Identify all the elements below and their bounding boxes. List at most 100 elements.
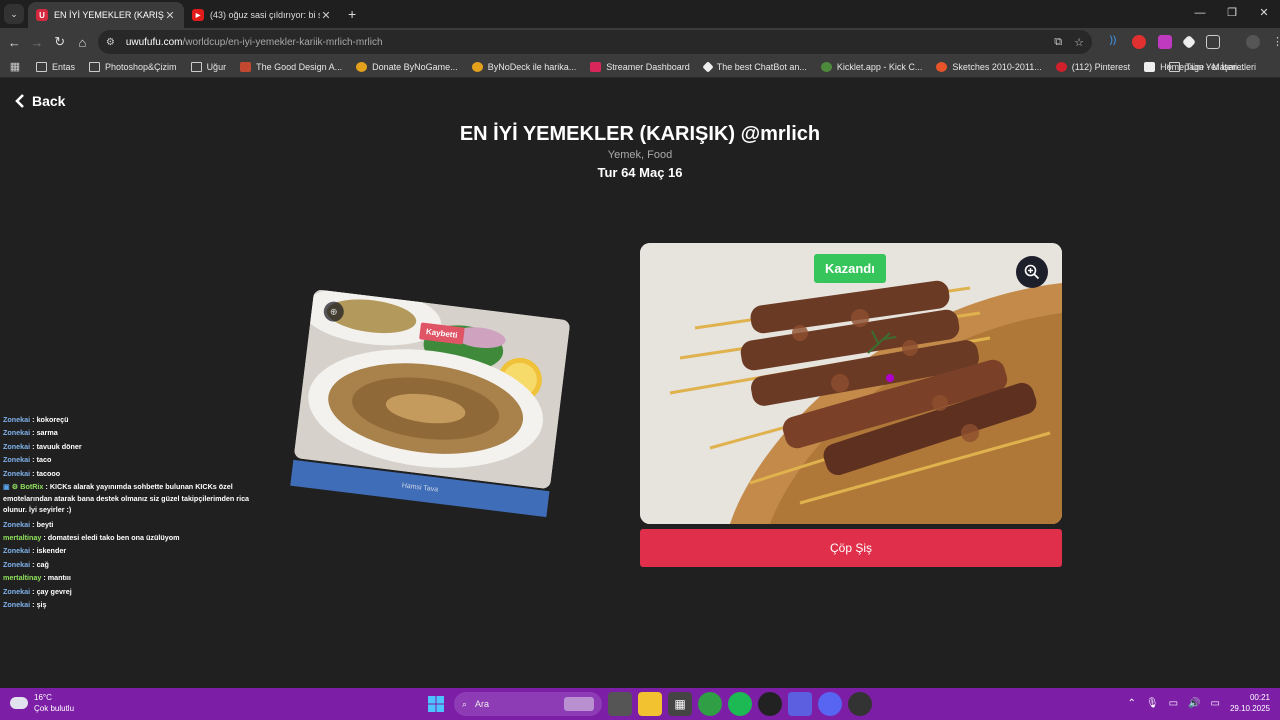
bookmark-link[interactable]: ByNoDeck ile harika... <box>471 61 577 72</box>
battery-icon[interactable]: ▭ <box>1211 698 1220 709</box>
bookmark-folder[interactable]: Photoshop&Çizim <box>89 61 177 72</box>
home-icon[interactable]: ⌂ <box>71 35 94 50</box>
bookmark-link[interactable]: Donate ByNoGame... <box>356 61 458 72</box>
bookmark-star-icon[interactable]: ☆ <box>1074 36 1084 49</box>
browser-toolbar: ← → ↻ ⌂ ⚙ uwufufu.com/worldcup/en-iyi-ye… <box>0 28 1280 56</box>
winner-option-button[interactable]: Çöp Şiş <box>640 529 1062 567</box>
close-tab-icon[interactable]: ✕ <box>320 9 332 22</box>
taskbar-clock[interactable]: 00:21 29.10.2025 <box>1230 692 1270 714</box>
minimize-icon[interactable]: — <box>1184 0 1216 26</box>
winner-image[interactable]: Kazandı <box>640 243 1062 524</box>
chrome-icon[interactable] <box>698 692 722 716</box>
bookmark-link[interactable]: Sketches 2010-2011... <box>936 61 1042 72</box>
store-icon[interactable]: ▦ <box>668 692 692 716</box>
windows-logo-icon <box>428 696 444 712</box>
youtube-favicon-icon: ▶ <box>192 9 204 21</box>
all-bookmarks-folder[interactable]: Tüm Yer İşaretleri <box>1169 61 1256 72</box>
network-icon[interactable]: ▭ <box>1169 698 1178 709</box>
chat-text: kokoreçü <box>36 415 69 424</box>
back-button[interactable]: Back <box>14 93 65 109</box>
file-explorer-icon[interactable] <box>638 692 662 716</box>
page-subtitle: Yemek, Food <box>607 149 673 161</box>
chat-message: mertaltinay : mantııı <box>3 573 71 583</box>
bookmark-label: The best ChatBot an... <box>716 61 807 72</box>
task-view-icon[interactable] <box>608 692 632 716</box>
close-window-icon[interactable]: ✕ <box>1248 0 1280 26</box>
chat-username: Zonekai <box>3 546 31 556</box>
reload-icon[interactable]: ↻ <box>48 34 71 50</box>
obs-icon[interactable] <box>758 692 782 716</box>
app-diamond-icon[interactable] <box>788 692 812 716</box>
system-tray: ⌃ 🎙 ▭ 🔊 ▭ 00:21 29.10.2025 <box>1128 692 1271 714</box>
app-circle-icon[interactable] <box>848 692 872 716</box>
site-info-icon[interactable]: ⚙ <box>106 37 120 48</box>
bookmark-link[interactable]: The Good Design A... <box>240 61 342 72</box>
chat-message: Zonekai : tacooo <box>3 468 61 478</box>
chat-message: Zonekai : iskender <box>3 546 67 556</box>
bookmark-label: (112) Pinterest <box>1071 61 1131 72</box>
site-icon <box>702 60 714 73</box>
bookmark-label: Kicklet.app - Kick C... <box>836 61 923 72</box>
windows-start-icon[interactable] <box>424 692 448 716</box>
mod-badge-icon: ⚙ <box>11 482 19 492</box>
restore-icon[interactable]: ❐ <box>1216 0 1248 26</box>
bookmark-folder[interactable]: Entas <box>36 61 75 72</box>
site-icon <box>356 61 368 72</box>
site-icon <box>590 61 602 72</box>
spotify-icon[interactable] <box>728 692 752 716</box>
extension-red-icon[interactable] <box>1132 35 1146 49</box>
tray-chevron-up-icon[interactable]: ⌃ <box>1128 698 1136 709</box>
profile-avatar[interactable] <box>1246 35 1260 49</box>
bookmark-link[interactable]: Kicklet.app - Kick C... <box>820 61 923 72</box>
clock-time: 00:21 <box>1249 693 1270 702</box>
site-icon <box>820 61 832 72</box>
site-icon <box>471 61 483 72</box>
chat-username: BotRix <box>20 482 44 492</box>
pinterest-icon <box>1055 61 1067 72</box>
microphone-icon[interactable]: 🎙 <box>1146 698 1159 709</box>
bookmark-label: Uğur <box>206 61 227 72</box>
chat-text: çay gevrej <box>36 586 72 596</box>
forward-arrow-icon[interactable]: → <box>26 35 49 50</box>
translate-icon[interactable]: ⧉ <box>1054 36 1062 49</box>
bookmark-label: Photoshop&Çizim <box>105 61 177 72</box>
apps-grid-icon[interactable]: ▦ <box>2 60 28 73</box>
weather-widget[interactable]: 16°C Çok bulutlu <box>10 692 74 714</box>
new-tab-button[interactable]: + <box>348 6 356 22</box>
menu-dots-icon[interactable]: ⋮ <box>1272 35 1280 49</box>
zoom-in-icon[interactable] <box>1016 256 1048 288</box>
back-arrow-icon[interactable]: ← <box>3 35 26 50</box>
tab-active[interactable]: U EN İYİ YEMEKLER (KARIŞIK) @mr ✕ <box>28 2 184 28</box>
chat-message: Zonekai : cağ <box>3 559 49 569</box>
search-highlight-icon <box>564 697 594 711</box>
taskbar-search[interactable]: ⌕ Ara <box>454 692 602 716</box>
uwufufu-favicon-icon: U <box>36 9 48 21</box>
bookmark-link[interactable]: The best ChatBot an... <box>702 60 807 73</box>
bookmark-label: ByNoDeck ile harika... <box>487 61 577 72</box>
loser-card: ⊕ Kaybetti Hamsi Tava <box>288 289 571 539</box>
chat-username: mertaltinay <box>3 573 42 583</box>
discord-icon[interactable] <box>818 692 842 716</box>
extension-diamond-icon[interactable] <box>1181 34 1197 50</box>
bookmark-label: Sketches 2010-2011... <box>952 61 1042 72</box>
extensions: )) ⋮ <box>1106 34 1280 50</box>
tab-search-button[interactable]: ⌄ <box>4 4 24 24</box>
page-title: EN İYİ YEMEKLER (KARIŞIK) @mrlich <box>459 123 821 145</box>
address-bar[interactable]: ⚙ uwufufu.com/worldcup/en-iyi-yemekler-k… <box>97 30 1092 54</box>
chat-username: Zonekai <box>3 455 31 465</box>
volume-icon[interactable]: 🔊 <box>1188 698 1200 709</box>
back-label: Back <box>32 93 66 109</box>
bookmark-folder[interactable]: Uğur <box>190 61 227 72</box>
extension-wave-icon[interactable]: )) <box>1106 35 1120 49</box>
folder-icon <box>1169 61 1181 72</box>
bookmark-link[interactable]: Streamer Dashboard <box>590 61 690 72</box>
folder-icon <box>89 61 101 72</box>
extensions-puzzle-icon[interactable] <box>1206 35 1220 49</box>
bookmark-link[interactable]: (112) Pinterest <box>1055 61 1131 72</box>
chat-message: mertaltinay : domatesi eledi tako ben on… <box>3 532 180 542</box>
chat-username: Zonekai <box>3 519 31 529</box>
tab-youtube[interactable]: ▶ (43) oğuz sasi çıldırıyor: bi susun ✕ <box>184 2 340 28</box>
extension-purple-icon[interactable] <box>1158 35 1172 49</box>
close-tab-icon[interactable]: ✕ <box>164 9 176 22</box>
folder-icon <box>36 61 47 72</box>
